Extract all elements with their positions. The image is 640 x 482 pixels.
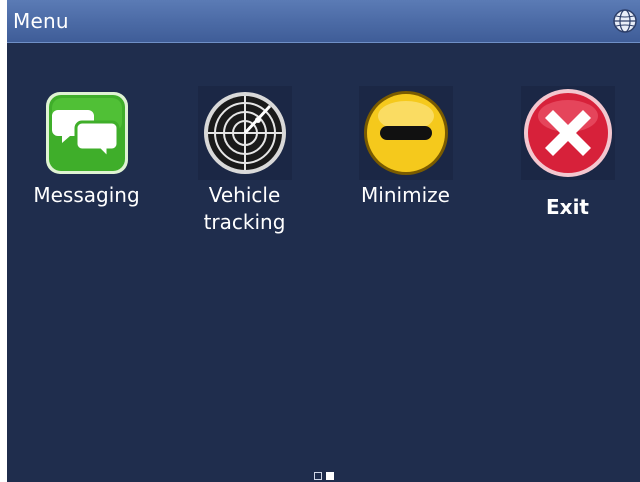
page-dot-2[interactable] bbox=[325, 472, 334, 480]
vehicle-tracking-label: Vehicle tracking bbox=[203, 183, 286, 234]
menu-screen: Menu Messaging Vehicle tracking Minimize… bbox=[7, 0, 640, 482]
minimize-icon bbox=[358, 86, 453, 180]
minimize-button[interactable]: Minimize bbox=[338, 80, 473, 250]
messaging-button[interactable]: Messaging bbox=[19, 80, 154, 250]
globe-icon[interactable] bbox=[610, 3, 640, 39]
minimize-label: Minimize bbox=[361, 183, 450, 207]
page-title: Menu bbox=[13, 9, 69, 33]
messaging-label: Messaging bbox=[33, 183, 140, 207]
title-bar: Menu bbox=[7, 0, 640, 43]
exit-label: Exit bbox=[546, 195, 589, 219]
close-icon bbox=[520, 86, 615, 180]
radar-icon bbox=[197, 86, 292, 180]
exit-button[interactable]: Exit bbox=[500, 80, 635, 250]
page-indicator bbox=[313, 472, 334, 480]
chat-bubbles-icon bbox=[40, 86, 134, 180]
vehicle-tracking-button[interactable]: Vehicle tracking bbox=[177, 80, 312, 250]
page-dot-1[interactable] bbox=[313, 472, 322, 480]
